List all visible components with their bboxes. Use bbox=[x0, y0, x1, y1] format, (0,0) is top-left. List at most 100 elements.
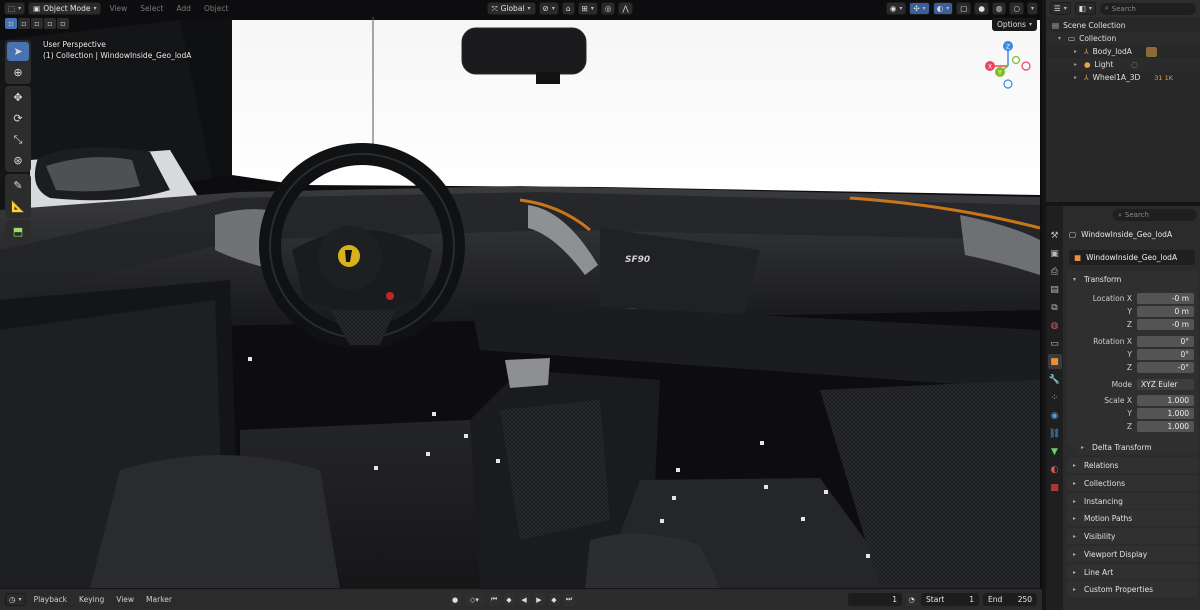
select-extend-icon[interactable]: ▫ bbox=[18, 18, 30, 29]
navigation-gizmo[interactable]: Z X Y bbox=[980, 38, 1036, 94]
panel-motion-paths[interactable]: ▸ Motion Paths bbox=[1067, 510, 1198, 526]
next-keyframe-button[interactable]: ◆ bbox=[548, 593, 560, 606]
transform-orientation-selector[interactable]: ⤧ Global ▾ bbox=[486, 2, 536, 15]
menu-select[interactable]: Select bbox=[135, 4, 168, 13]
rotate-tool[interactable]: ⟳ bbox=[7, 109, 29, 128]
render-tab-icon[interactable]: ▣ bbox=[1048, 246, 1062, 261]
xray-toggle[interactable]: ▢ bbox=[956, 2, 972, 15]
menu-keying[interactable]: Keying bbox=[75, 595, 108, 604]
neg-z-handle[interactable] bbox=[1003, 79, 1013, 89]
panel-collections[interactable]: ▸ Collections bbox=[1067, 475, 1198, 491]
prev-keyframe-button[interactable]: ◆ bbox=[503, 593, 515, 606]
texture-tab-icon[interactable]: ▩ bbox=[1048, 480, 1062, 495]
physics-tab-icon[interactable]: ◉ bbox=[1048, 408, 1062, 423]
measure-tool[interactable]: 📐 bbox=[7, 197, 29, 216]
expand-arrow-icon[interactable]: ▾ bbox=[1058, 35, 1064, 42]
object-name-field[interactable]: ■ WindowInside_Geo_lodA bbox=[1069, 250, 1195, 265]
play-button[interactable]: ▶ bbox=[533, 593, 545, 606]
outliner-editor-type[interactable]: ☰ ▾ bbox=[1050, 2, 1071, 15]
overlay-toggle[interactable]: ◐ ▾ bbox=[932, 2, 954, 15]
location-x-field[interactable]: -0 m bbox=[1137, 292, 1194, 304]
rotation-x-field[interactable]: 0° bbox=[1137, 335, 1194, 347]
scale-tool[interactable]: ⤡ bbox=[7, 130, 29, 149]
select-difference-icon[interactable]: ▫ bbox=[44, 18, 56, 29]
jump-end-button[interactable]: ⏭ bbox=[563, 593, 575, 606]
play-reverse-button[interactable]: ◀ bbox=[518, 593, 530, 606]
material-tab-icon[interactable]: ◐ bbox=[1048, 462, 1062, 477]
proportional-edit-button[interactable]: ◎ bbox=[600, 2, 616, 15]
scale-z-field[interactable]: 1.000 bbox=[1137, 420, 1194, 432]
neg-y-handle[interactable] bbox=[1011, 55, 1021, 65]
outliner-item-light[interactable]: ▸ ● Light ◌ bbox=[1046, 58, 1200, 71]
jump-start-button[interactable]: ⏮ bbox=[488, 593, 500, 606]
start-frame-field[interactable]: Start 1 bbox=[921, 593, 980, 606]
menu-object[interactable]: Object bbox=[199, 4, 233, 13]
zoom-icon[interactable] bbox=[1016, 87, 1030, 101]
location-y-field[interactable]: 0 m bbox=[1137, 305, 1194, 317]
select-subtract-icon[interactable]: ▫ bbox=[31, 18, 43, 29]
snap-toggle[interactable]: ⌂ bbox=[561, 2, 575, 15]
snap-target-button[interactable]: ⊞ ▾ bbox=[577, 2, 598, 15]
shading-material-button[interactable]: ◍ bbox=[991, 2, 1007, 15]
output-tab-icon[interactable]: ⎙ bbox=[1048, 264, 1062, 279]
move-tool[interactable]: ✥ bbox=[7, 88, 29, 107]
collection-tab-icon[interactable]: ▭ bbox=[1048, 336, 1062, 351]
falloff-button[interactable]: ⋀ bbox=[618, 2, 633, 15]
keyframe-type-button[interactable]: ◇▾ bbox=[464, 593, 485, 606]
particles-tab-icon[interactable]: ⁘ bbox=[1048, 390, 1062, 405]
shading-solid-button[interactable]: ● bbox=[974, 2, 989, 15]
shading-rendered-button[interactable]: ○ bbox=[1009, 2, 1024, 15]
add-cube-tool[interactable]: ⬒ bbox=[7, 222, 29, 241]
pivot-point-button[interactable]: ⊘ ▾ bbox=[538, 2, 559, 15]
properties-search[interactable]: ⌕ Search bbox=[1113, 209, 1197, 221]
pan-icon[interactable] bbox=[1016, 109, 1030, 123]
scale-x-field[interactable]: 1.000 bbox=[1137, 394, 1194, 406]
outliner-item-wheel[interactable]: ▸ ⅄ Wheel1A_3D 31 1K bbox=[1046, 71, 1200, 84]
menu-add[interactable]: Add bbox=[171, 4, 196, 13]
timeline-editor-type[interactable]: ◷ ▾ bbox=[5, 593, 26, 606]
rotation-y-field[interactable]: 0° bbox=[1137, 348, 1194, 360]
shading-options-button[interactable]: ▾ bbox=[1026, 2, 1038, 15]
modifier-tab-icon[interactable]: 🔧 bbox=[1048, 372, 1062, 387]
transform-tool[interactable]: ⊛ bbox=[7, 151, 29, 170]
outliner-collection[interactable]: ▾ ▭ Collection bbox=[1046, 32, 1200, 45]
record-button[interactable]: ● bbox=[449, 593, 461, 606]
camera-view-icon[interactable] bbox=[1016, 131, 1030, 145]
panel-visibility[interactable]: ▸ Visibility bbox=[1067, 528, 1198, 544]
options-button[interactable]: Options ▾ bbox=[992, 18, 1037, 31]
rotation-z-field[interactable]: -0° bbox=[1137, 361, 1194, 373]
neg-x-handle[interactable] bbox=[1021, 61, 1031, 71]
panel-instancing[interactable]: ▸ Instancing bbox=[1067, 493, 1198, 509]
location-z-field[interactable]: -0 m bbox=[1137, 318, 1194, 330]
object-tab-icon[interactable]: ■ bbox=[1047, 354, 1062, 369]
world-tab-icon[interactable]: ◍ bbox=[1048, 318, 1062, 333]
menu-view[interactable]: View bbox=[104, 4, 132, 13]
menu-playback[interactable]: Playback bbox=[30, 595, 71, 604]
end-frame-field[interactable]: End 250 bbox=[983, 593, 1038, 606]
ortho-toggle-icon[interactable] bbox=[1016, 153, 1030, 167]
selectability-button[interactable]: ◉ ▾ bbox=[885, 2, 907, 15]
panel-custom-properties[interactable]: ▸ Custom Properties bbox=[1067, 581, 1198, 597]
outliner-scene-collection[interactable]: ▤ Scene Collection bbox=[1046, 19, 1200, 32]
tool-tab-icon[interactable]: ⚒ bbox=[1048, 228, 1062, 243]
constraints-tab-icon[interactable]: ⛓ bbox=[1048, 426, 1062, 441]
expand-arrow-icon[interactable]: ▸ bbox=[1074, 48, 1080, 55]
panel-line-art[interactable]: ▸ Line Art bbox=[1067, 564, 1198, 580]
panel-relations[interactable]: ▸ Relations bbox=[1067, 457, 1198, 473]
panel-viewport-display[interactable]: ▸ Viewport Display bbox=[1067, 546, 1198, 562]
transform-panel-header[interactable]: ▾ Transform bbox=[1067, 271, 1198, 287]
outliner-search[interactable]: ⌕ Search bbox=[1099, 2, 1196, 15]
expand-arrow-icon[interactable]: ▸ bbox=[1074, 61, 1080, 68]
menu-timeline-view[interactable]: View bbox=[112, 595, 138, 604]
scene-tab-icon[interactable]: ⧉ bbox=[1048, 300, 1062, 315]
rotation-mode-select[interactable]: XYZ Euler bbox=[1137, 378, 1194, 390]
scale-y-field[interactable]: 1.000 bbox=[1137, 407, 1194, 419]
use-preview-range-button[interactable]: ◔ bbox=[906, 593, 918, 606]
editor-type-button[interactable]: ⬚ ▾ bbox=[4, 2, 26, 15]
select-new-icon[interactable]: ▫ bbox=[5, 18, 17, 29]
select-box-tool[interactable]: ➤ bbox=[7, 42, 29, 61]
display-mode-button[interactable]: ◧ ▾ bbox=[1074, 2, 1096, 15]
gizmo-toggle[interactable]: ✣ ▾ bbox=[909, 2, 930, 15]
3d-viewport[interactable]: SF90 ⬚ ▾ ▣ Object Mode ▾ View Select Add… bbox=[0, 0, 1042, 588]
annotate-tool[interactable]: ✎ bbox=[7, 176, 29, 195]
